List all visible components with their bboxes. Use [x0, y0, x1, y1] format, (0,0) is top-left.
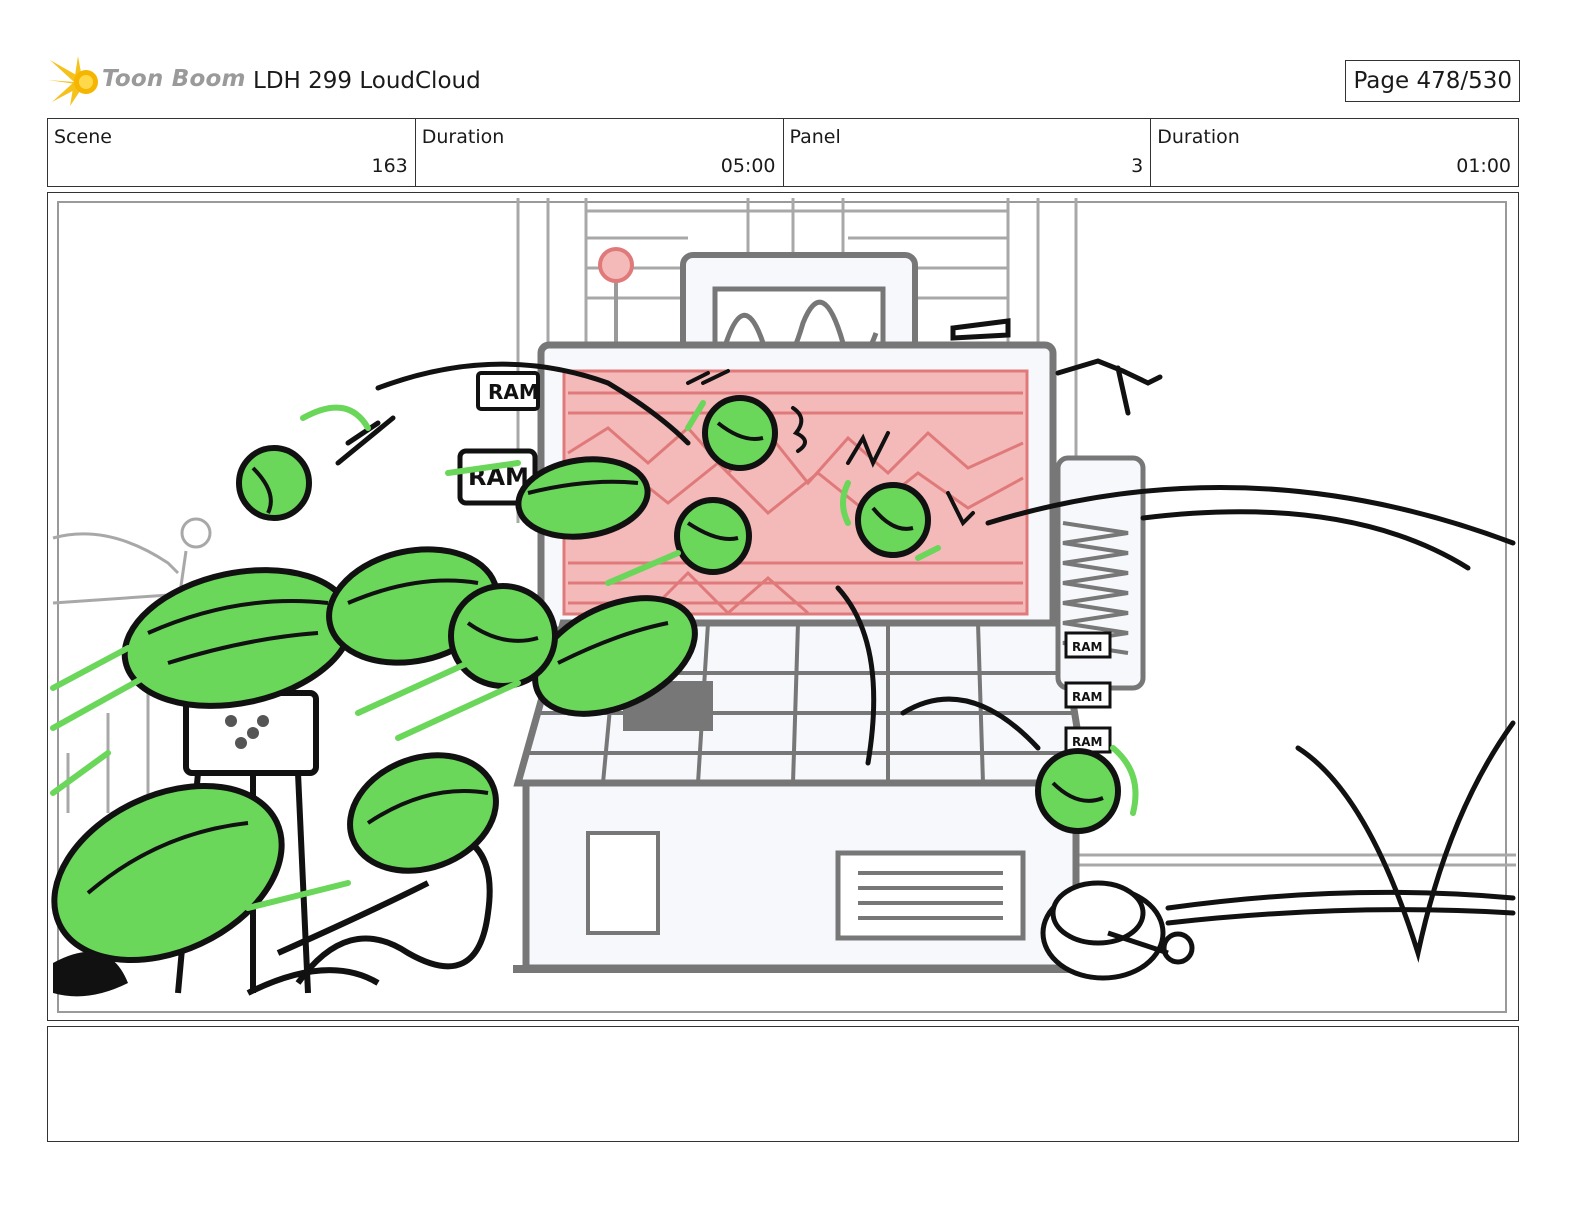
storyboard-panel: RAM RAM RAM RAM RAM — [47, 192, 1519, 1021]
scene-duration-label: Duration — [421, 126, 505, 148]
panel-duration-value: 01:00 — [1456, 155, 1511, 177]
panel-cell: Panel 3 — [784, 119, 1152, 186]
panel-drawing: RAM RAM RAM RAM RAM — [50, 198, 1516, 1013]
toon-boom-logo: Toon Boom — [48, 56, 248, 108]
page-header: Toon Boom LDH 299 LoudCloud Page 478/530 — [48, 56, 1520, 108]
scene-label: Scene — [54, 126, 112, 148]
sun-burst-icon — [48, 56, 98, 106]
ram-label-5: RAM — [1072, 735, 1102, 749]
scene-duration-cell: Duration 05:00 — [416, 119, 784, 186]
logo-wordmark: Toon Boom — [102, 66, 246, 92]
project-title: LDH 299 LoudCloud — [253, 68, 481, 94]
panel-duration-cell: Duration 01:00 — [1151, 119, 1518, 186]
ram-label-4: RAM — [1072, 690, 1102, 704]
antenna-light — [598, 247, 634, 283]
scene-cell: Scene 163 — [48, 119, 416, 186]
vent — [835, 850, 1026, 941]
scene-info-table: Scene 163 Duration 05:00 Panel 3 Duratio… — [47, 118, 1519, 187]
panel-duration-label: Duration — [1157, 126, 1240, 148]
ram-label-3: RAM — [1072, 640, 1102, 654]
notes-box — [47, 1026, 1519, 1142]
panel-value: 3 — [1131, 155, 1144, 177]
panel-label: Panel — [789, 126, 841, 148]
scene-duration-value: 05:00 — [720, 155, 776, 177]
ram-label-1: RAM — [488, 380, 539, 404]
robot-clamp — [1040, 880, 1195, 981]
page-counter: Page 478/530 — [1345, 60, 1520, 102]
scene-value: 163 — [371, 155, 408, 177]
